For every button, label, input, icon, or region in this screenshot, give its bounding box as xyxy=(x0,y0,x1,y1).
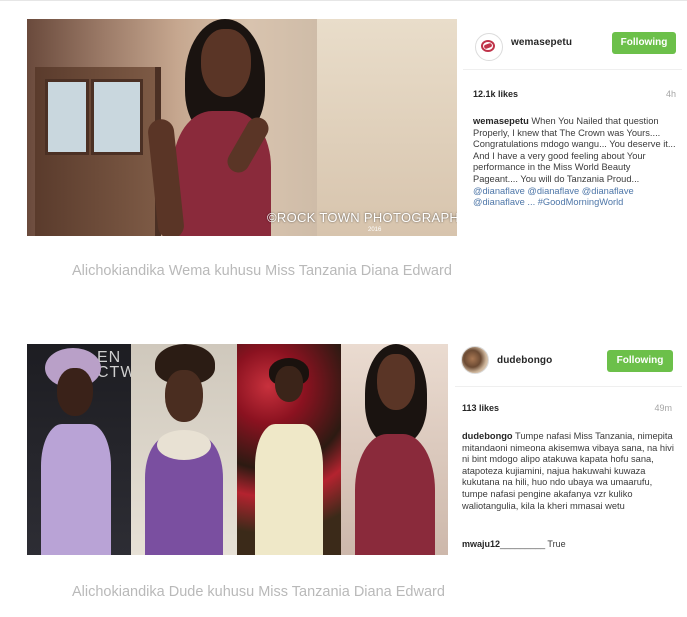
collage-panel: EN CTW xyxy=(27,344,131,555)
collage-panel xyxy=(131,344,237,555)
collage-panel xyxy=(341,344,448,555)
photo-watermark: ©ROCK TOWN PHOTOGRAPHY xyxy=(267,210,457,225)
comment-text: _________ True xyxy=(500,539,566,549)
caption-username[interactable]: dudebongo xyxy=(462,431,513,441)
instagram-post-dudebongo: EN CTW dudebongo Following 113 likes 49m… xyxy=(27,344,682,555)
photo-watermark-year: 2016 xyxy=(368,227,382,233)
post-time: 4h xyxy=(665,89,676,99)
wall xyxy=(317,19,457,236)
collage-panel xyxy=(237,344,341,555)
instagram-post-wemasepetu: ©ROCK TOWN PHOTOGRAPHY 2016 wemasepetu F… xyxy=(27,19,682,236)
comment-username[interactable]: mwaju12 xyxy=(462,539,500,549)
post-photo[interactable]: ©ROCK TOWN PHOTOGRAPHY 2016 xyxy=(27,19,457,236)
post-caption: dudebongo Tumpe nafasi Miss Tanzania, ni… xyxy=(462,431,676,512)
caption-text: Tumpe nafasi Miss Tanzania, nimepita mit… xyxy=(462,431,674,511)
panel-backdrop-text: EN CTW xyxy=(97,349,131,381)
caption-username[interactable]: wemasepetu xyxy=(473,116,529,126)
post-caption: wemasepetu When You Nailed that question… xyxy=(473,116,676,209)
post-comment: mwaju12_________ True xyxy=(462,539,566,549)
post-header: wemasepetu Following xyxy=(463,19,682,70)
username[interactable]: dudebongo xyxy=(497,355,552,366)
wemasepetu-logo-icon[interactable] xyxy=(475,33,503,61)
post-header: dudebongo Following xyxy=(455,344,682,387)
post-sidebar: dudebongo Following 113 likes 49m dudebo… xyxy=(455,344,682,555)
section-title: Alichokiandika Wema kuhusu Miss Tanzania… xyxy=(72,263,452,279)
post-sidebar: wemasepetu Following 12.1k likes 4h wema… xyxy=(463,19,682,236)
following-button[interactable]: Following xyxy=(607,350,673,372)
username[interactable]: wemasepetu xyxy=(511,37,572,48)
likes-count[interactable]: 12.1k likes xyxy=(473,89,518,99)
caption-text: When You Nailed that question Properly, … xyxy=(473,116,676,184)
top-divider xyxy=(0,0,687,1)
post-photo-collage[interactable]: EN CTW xyxy=(27,344,448,555)
following-button[interactable]: Following xyxy=(612,32,676,54)
dudebongo-avatar-icon[interactable] xyxy=(461,346,489,374)
window xyxy=(91,79,143,155)
section-title: Alichokiandika Dude kuhusu Miss Tanzania… xyxy=(72,584,445,600)
post-time: 49m xyxy=(654,403,672,413)
caption-tags[interactable]: @dianaflave @dianaflave @dianaflave @dia… xyxy=(473,186,634,208)
woman-figure xyxy=(137,19,337,236)
window xyxy=(45,79,89,155)
likes-count[interactable]: 113 likes xyxy=(462,403,499,413)
